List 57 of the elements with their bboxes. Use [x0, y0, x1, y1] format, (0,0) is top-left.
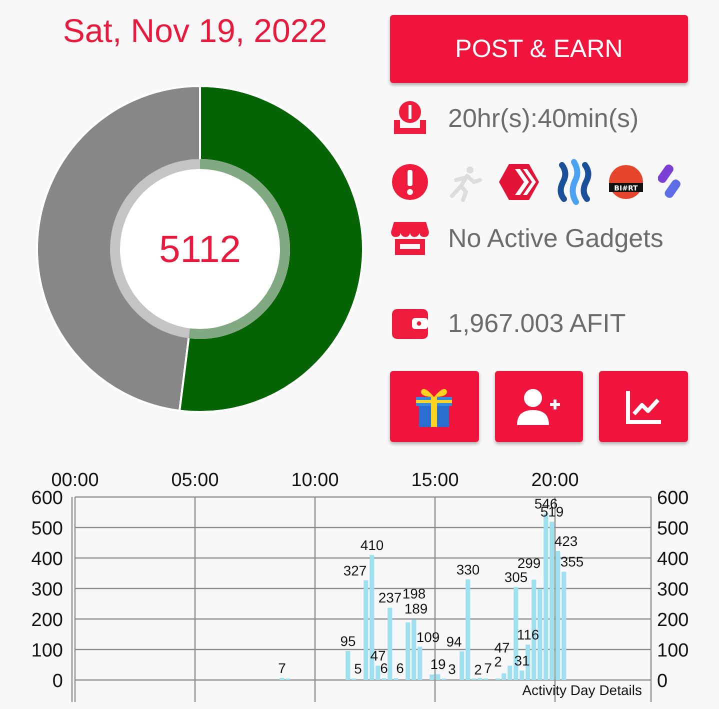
data-label: 2	[474, 661, 482, 678]
balance-text: 1,967.003 AFIT	[448, 308, 626, 338]
gift-button[interactable]	[390, 371, 479, 442]
data-label: 189	[404, 600, 428, 616]
gadgets-text: No Active Gadgets	[448, 222, 664, 254]
y-axis-label: 400	[31, 549, 63, 570]
data-label: 47	[494, 640, 510, 656]
add-user-button[interactable]	[494, 371, 584, 442]
data-label: 3	[448, 661, 456, 678]
y-axis-label: 200	[657, 610, 689, 631]
data-label: 198	[402, 586, 426, 602]
y-axis-label: 0	[52, 671, 63, 692]
add-user-icon	[516, 386, 562, 426]
x-axis-label: 05:00	[171, 470, 219, 491]
x-axis-label: 10:00	[291, 470, 339, 491]
y-axis-label: 500	[657, 518, 689, 540]
x-axis-label: 20:00	[531, 470, 579, 491]
post-earn-button[interactable]: POST & EARN	[390, 15, 688, 83]
y-axis-label: 300	[31, 580, 63, 600]
step-count: 5112	[159, 229, 241, 271]
data-label: 7	[484, 660, 492, 676]
data-label: 237	[378, 590, 402, 606]
y-axis-label: 0	[657, 671, 668, 692]
hexagon-icon[interactable]	[498, 162, 540, 202]
data-label: 19	[430, 656, 446, 672]
data-label: 410	[360, 536, 384, 553]
data-label: 423	[554, 533, 578, 549]
data-label: 109	[416, 628, 440, 645]
y-axis-label: 300	[657, 580, 689, 600]
data-label: 5	[354, 660, 362, 676]
data-label: 2	[494, 653, 502, 670]
x-axis-label: 00:00	[51, 470, 99, 491]
y-axis-label: 100	[657, 640, 689, 662]
x-axis-label: 15:00	[411, 470, 459, 491]
chart-button[interactable]	[599, 371, 688, 442]
alert-icon	[390, 162, 430, 202]
y-axis-label: 400	[657, 549, 689, 570]
data-label: 330	[456, 561, 480, 578]
data-label: 355	[560, 554, 584, 570]
data-label: 327	[343, 562, 367, 578]
y-axis-label: 500	[31, 518, 63, 540]
countdown-text: 20hr(s):40min(s)	[448, 102, 639, 134]
data-label: 7	[278, 660, 286, 676]
data-label: 305	[504, 568, 528, 585]
data-label: 94	[446, 633, 462, 650]
chart-caption: Activity Day Details	[522, 682, 642, 698]
data-label: 6	[396, 660, 404, 676]
data-label: 95	[340, 633, 356, 650]
data-label: 116	[516, 626, 540, 643]
y-axis-label: 600	[657, 488, 689, 509]
data-label: 31	[514, 652, 530, 669]
y-axis-label: 200	[31, 610, 63, 631]
y-axis-label: 600	[31, 488, 63, 509]
line-chart-icon	[624, 388, 663, 424]
data-label: 299	[517, 554, 541, 571]
y-axis-label: 100	[31, 640, 63, 662]
date-label: Sat, Nov 19, 2022	[62, 12, 328, 50]
